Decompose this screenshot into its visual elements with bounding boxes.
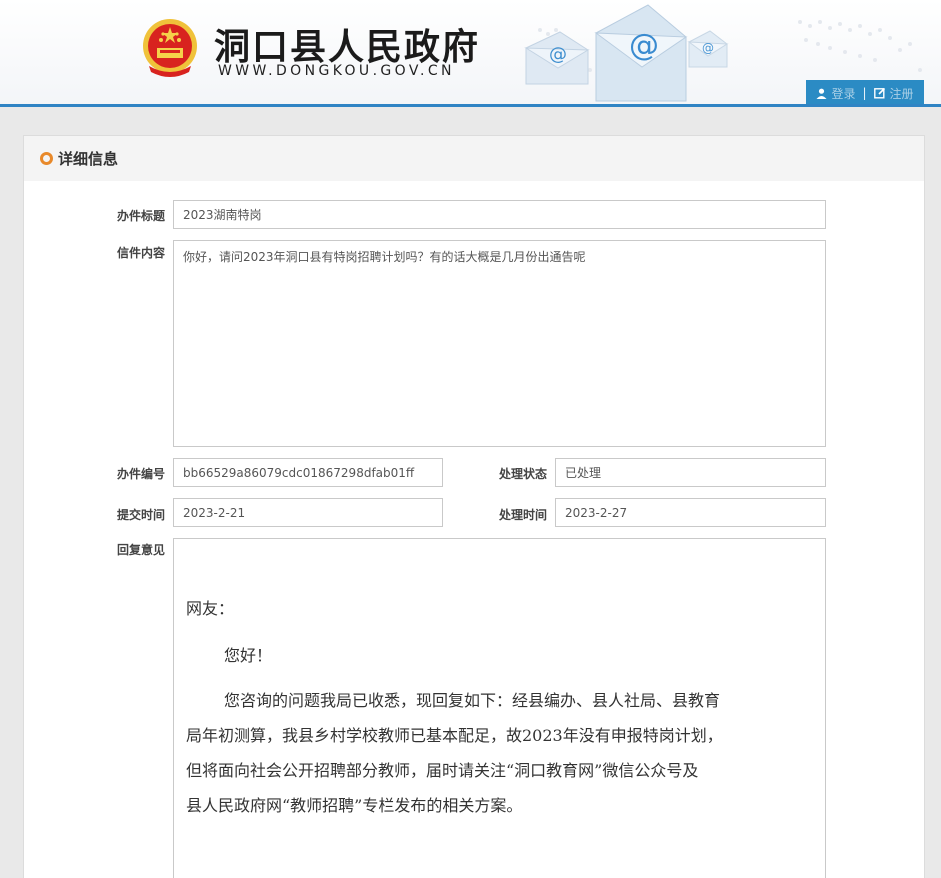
reply-greeting: 网友： (186, 599, 235, 618)
case-number-label: 办件编号 (116, 467, 165, 481)
svg-text:@: @ (629, 28, 659, 63)
site-header: @ @ @ 洞口县人民政府 WWW.DONGKOU.GOV.CN 登录 | 注册 (0, 0, 941, 106)
reply-line-3: 但将面向社会公开招聘部分教师，届时请关注“洞口教育网”微信公众号及 (186, 761, 699, 780)
email-envelope-large-icon: @ (594, 4, 688, 102)
handle-time-label: 处理时间 (498, 508, 547, 522)
status-field[interactable]: 已处理 (555, 458, 826, 487)
edit-icon (873, 87, 885, 99)
subject-field[interactable]: 2023湖南特岗 (173, 200, 826, 229)
email-envelope-small-icon: @ (687, 30, 729, 68)
panel-title: 详细信息 (58, 150, 119, 168)
login-link[interactable]: 登录 (816, 85, 855, 102)
header-divider (0, 104, 941, 107)
submit-time-field[interactable]: 2023-2-21 (173, 498, 443, 527)
case-number-field[interactable]: bb66529a86079cdc01867298dfab01ff (173, 458, 443, 487)
handle-time-field[interactable]: 2023-2-27 (555, 498, 826, 527)
svg-text:@: @ (702, 41, 714, 55)
reply-line-4: 县人民政府网“教师招聘”专栏发布的相关方案。 (186, 796, 523, 815)
register-link[interactable]: 注册 (873, 85, 914, 102)
user-icon (816, 88, 827, 99)
reply-line-1: 您咨询的问题我局已收悉，现回复如下：经县编办、县人社局、县教育 (224, 691, 721, 710)
link-separator: | (862, 86, 867, 100)
register-label: 注册 (889, 86, 914, 101)
status-label: 处理状态 (498, 467, 547, 481)
site-url: WWW.DONGKOU.GOV.CN (218, 63, 455, 79)
reply-line-2: 局年初测算，我县乡村学校教师已基本配足，故2023年没有申报特岗计划， (186, 726, 723, 745)
national-emblem-logo (143, 19, 197, 77)
submit-time-label: 提交时间 (116, 508, 165, 522)
circle-bullet-icon (40, 152, 53, 165)
reply-label: 回复意见 (116, 543, 165, 557)
reply-content-box[interactable]: 网友： 您好！ 您咨询的问题我局已收悉，现回复如下：经县编办、县人社局、县教育 … (173, 538, 826, 878)
svg-text:@: @ (549, 44, 567, 65)
user-bar: 登录 | 注册 (806, 80, 924, 106)
panel-header: 详细信息 (24, 136, 924, 181)
subject-label: 办件标题 (116, 209, 165, 223)
reply-hello: 您好！ (224, 646, 273, 665)
login-label: 登录 (831, 86, 856, 101)
content-label: 信件内容 (116, 246, 165, 260)
email-envelope-icon: @ (524, 31, 590, 85)
content-textarea[interactable]: 你好，请问2023年洞口县有特岗招聘计划吗？有的话大概是几月份出通告呢 (173, 240, 826, 447)
